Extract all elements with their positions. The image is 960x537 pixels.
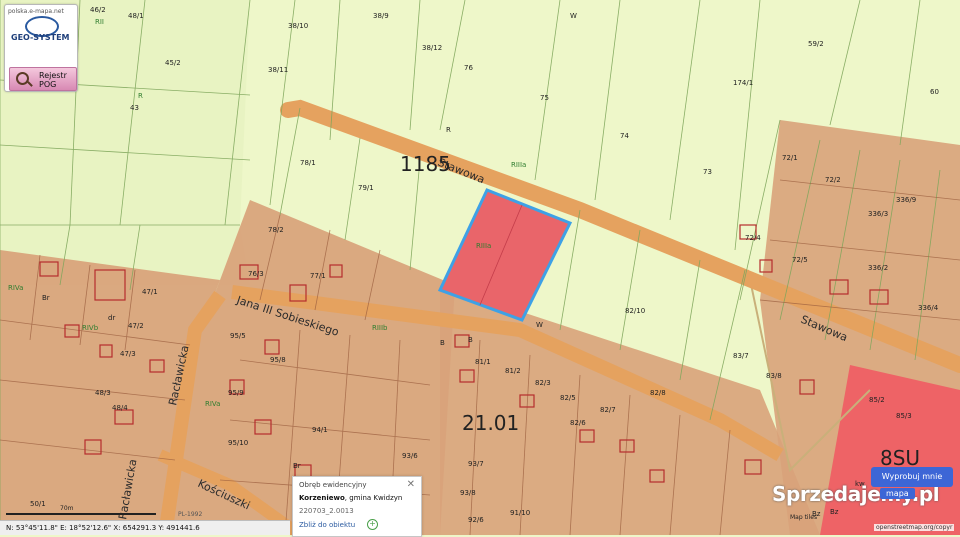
- try-me-sub[interactable]: mapa: [880, 488, 915, 499]
- parcel-number: 93/6: [402, 452, 418, 460]
- legend-label: B: [468, 336, 473, 344]
- parcel-number: 336/2: [868, 264, 888, 272]
- parcel-number: 38/9: [373, 12, 389, 20]
- land-class: W: [570, 12, 577, 20]
- parcel-number: 82/3: [535, 379, 551, 387]
- popup-parcel-id: 220703_2.0013: [299, 507, 354, 515]
- site-url: polska.e-mapa.net: [8, 8, 64, 15]
- crs-label: PL-1992: [178, 511, 203, 518]
- parcel-number: 82/6: [570, 419, 586, 427]
- parcel-number: 38/12: [422, 44, 442, 52]
- parcel-number: 72/4: [745, 234, 761, 242]
- legend-label: dr: [108, 314, 115, 322]
- register-pog-button[interactable]: Rejestr POG: [9, 67, 77, 91]
- parcel-number: 79/1: [358, 184, 374, 192]
- parcel-number: 174/1: [733, 79, 753, 87]
- legend-label: W: [536, 321, 543, 329]
- parcel-number: 45/2: [165, 59, 181, 67]
- try-me-button[interactable]: Wyprobuj mnie: [871, 467, 953, 487]
- parcel-number: 76/3: [248, 270, 264, 278]
- land-class: RIVa: [8, 284, 23, 292]
- parcel-number: 72/1: [782, 154, 798, 162]
- parcel-number: 85/2: [869, 396, 885, 404]
- register-pog-label: Rejestr POG: [39, 71, 67, 89]
- parcel-number: 82/5: [560, 394, 576, 402]
- map-tiles-attribution: Map tiles: [790, 514, 818, 521]
- parcel-number: 82/8: [650, 389, 666, 397]
- land-class: RII: [95, 18, 104, 26]
- close-icon[interactable]: ✕: [407, 479, 415, 490]
- parcel-number: 85/3: [896, 412, 912, 420]
- parcel-number: 74: [620, 132, 629, 140]
- cadastral-map[interactable]: 1185 21.01 8SU Stawowa Stawowa Jana III …: [0, 0, 960, 535]
- parcel-number: 78/2: [268, 226, 284, 234]
- scale-label: 70m: [60, 505, 74, 512]
- land-class: Bz: [830, 508, 839, 516]
- parcel-number: 81/1: [475, 358, 491, 366]
- parcel-number: 47/3: [120, 350, 136, 358]
- parcel-number: 93/8: [460, 489, 476, 497]
- parcel-number: 48/4: [112, 404, 128, 412]
- label-21-01: 21.01: [462, 411, 519, 435]
- parcel-number: 72/2: [825, 176, 841, 184]
- parcel-number: 81/2: [505, 367, 521, 375]
- legend-label: Br: [293, 462, 301, 470]
- land-class: Br: [42, 294, 50, 302]
- geo-system-logo[interactable]: polska.e-mapa.net GEO-SYSTEM Rejestr POG: [4, 4, 78, 92]
- parcel-number: 48/3: [95, 389, 111, 397]
- land-class: RIVb: [82, 324, 99, 332]
- legend-label: RIIIa: [476, 242, 491, 250]
- legend-label: RIVa: [205, 400, 220, 408]
- parcel-number: 47/2: [128, 322, 144, 330]
- magnifier-icon: [16, 72, 29, 85]
- parcel-number: 336/4: [918, 304, 939, 312]
- parcel-number: 38/10: [288, 22, 308, 30]
- parcel-number: 73: [703, 168, 712, 176]
- parcel-number: 43: [130, 104, 139, 112]
- popup-name: Korzeniewo, gmina Kwidzyn: [299, 494, 403, 502]
- land-class: B: [440, 339, 445, 347]
- osm-attribution[interactable]: openstreetmap.org/copyr: [874, 524, 955, 531]
- parcel-number: 83/8: [766, 372, 782, 380]
- parcel-number: 94/1: [312, 426, 328, 434]
- parcel-number: 77/1: [310, 272, 326, 280]
- parcel-number: 82/7: [600, 406, 616, 414]
- zoom-to-object-link[interactable]: Zbliż do obiektu: [299, 521, 355, 529]
- brand-name: GEO-SYSTEM: [11, 33, 70, 42]
- parcel-number: 38/11: [268, 66, 288, 74]
- parcel-number: 83/7: [733, 352, 749, 360]
- parcel-number: 46/2: [90, 6, 106, 14]
- parcel-number: 336/3: [868, 210, 888, 218]
- land-class: RIIIb: [372, 324, 388, 332]
- parcel-number: 60: [930, 88, 939, 96]
- parcel-number: 72/5: [792, 256, 808, 264]
- popup-header: Obręb ewidencyjny: [299, 481, 367, 489]
- land-class: RIIIa: [511, 161, 526, 169]
- legend-label: R: [446, 126, 451, 134]
- parcel-number: 95/8: [270, 356, 286, 364]
- parcel-number: 91/10: [510, 509, 530, 517]
- parcel-number: 48/1: [128, 12, 144, 20]
- coordinates-bar: N: 53°45'11.8" E: 18°52'12.6" X: 654291.…: [0, 520, 290, 535]
- parcel-number: 76: [464, 64, 473, 72]
- parcel-number: 59/2: [808, 40, 824, 48]
- scale-line: [6, 513, 156, 515]
- parcel-number: 95/10: [228, 439, 248, 447]
- parcel-number: 78/1: [300, 159, 316, 167]
- parcel-number: 92/6: [468, 516, 484, 524]
- parcel-number: 75: [540, 94, 549, 102]
- parcel-info-popup: Obręb ewidencyjny ✕ Korzeniewo, gmina Kw…: [292, 476, 422, 537]
- parcel-number: 82/10: [625, 307, 645, 315]
- parcel-number: 95/5: [230, 332, 246, 340]
- scale-bar: 70m: [6, 505, 166, 519]
- parcel-number: 47/1: [142, 288, 158, 296]
- parcel-number: 93/7: [468, 460, 484, 468]
- parcel-number: 95/9: [228, 389, 244, 397]
- plus-icon[interactable]: +: [367, 519, 378, 530]
- land-class: R: [138, 92, 143, 100]
- parcel-number: 336/9: [896, 196, 916, 204]
